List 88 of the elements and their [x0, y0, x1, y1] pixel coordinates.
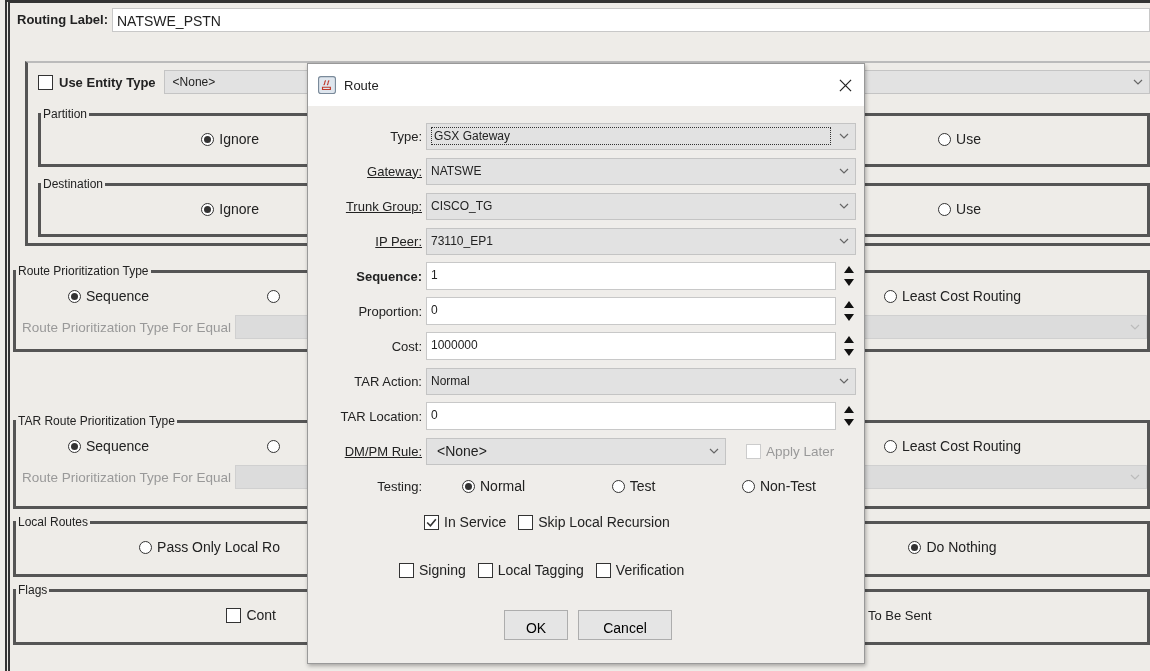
group-title: Destination	[42, 177, 105, 191]
dropdown[interactable]: GSX Gateway	[426, 122, 856, 150]
chevron-down-icon	[1130, 474, 1140, 480]
field-label: Cost:	[390, 338, 423, 354]
chevron-down-icon	[1130, 324, 1140, 330]
radio-button[interactable]	[938, 132, 952, 146]
chevron-down-icon	[839, 168, 849, 174]
field-label: Sequence:	[355, 268, 423, 284]
checkbox[interactable]	[38, 74, 53, 90]
radio-button[interactable]	[139, 540, 153, 554]
dropdown[interactable]: <None>	[426, 437, 726, 465]
chevron-down-icon	[1133, 79, 1143, 85]
field-label: Gateway:	[366, 163, 423, 179]
radio-label: Sequence	[86, 438, 150, 454]
radio-button[interactable]	[462, 479, 475, 493]
checkbox-label: To Be Sent	[868, 607, 932, 623]
radio-label: Pass Only Local Ro	[157, 539, 280, 555]
radio-button[interactable]	[611, 479, 625, 493]
group-title: Partition	[42, 107, 89, 121]
radio-button[interactable]	[201, 202, 215, 216]
radio-label: Use	[956, 201, 981, 217]
radio-button[interactable]	[68, 289, 81, 303]
radio-button[interactable]	[908, 540, 922, 554]
field-label: Trunk Group:	[344, 198, 423, 214]
radio-label: Do Nothing	[926, 539, 997, 555]
checkbox[interactable]	[226, 607, 242, 623]
checkbox-label: Cont	[246, 607, 276, 623]
dialog-button[interactable]: OK	[504, 610, 568, 640]
field-label: DM/PM Rule:	[343, 443, 423, 459]
radio-label: Ignore	[219, 131, 259, 147]
dialog-title: Route	[344, 77, 380, 93]
radio-button[interactable]	[267, 439, 280, 453]
field-label: IP Peer:	[374, 233, 423, 249]
checkbox[interactable]	[477, 562, 493, 578]
chevron-down-icon	[839, 203, 849, 209]
checkbox-label: Apply Later	[766, 443, 835, 459]
checkbox-label: In Service	[444, 514, 507, 530]
radio-label: Test	[629, 478, 656, 494]
dropdown[interactable]: CISCO_TG	[426, 192, 856, 220]
radio-label: Least Cost Routing	[901, 288, 1022, 304]
field-label: Testing:	[376, 478, 423, 494]
radio-label: Ignore	[219, 201, 259, 217]
radio-label: Use	[956, 131, 981, 147]
number-field[interactable]: 1	[426, 262, 836, 290]
group-title: TAR Route Prioritization Type	[17, 414, 176, 428]
chevron-down-icon	[839, 133, 849, 139]
group-title: Flags	[17, 583, 49, 597]
group-title: Local Routes	[17, 515, 90, 529]
chevron-down-icon	[839, 378, 849, 384]
field-label: Type:	[389, 128, 423, 144]
checkbox[interactable]	[399, 562, 414, 578]
radio-label: Normal	[480, 478, 526, 494]
number-field[interactable]: 0	[426, 402, 836, 430]
checkbox-label: Verification	[615, 562, 685, 578]
radio-button[interactable]	[741, 479, 755, 493]
radio-button[interactable]	[883, 439, 897, 453]
radio-button[interactable]	[267, 289, 280, 303]
field-label: Proportion:	[357, 303, 423, 319]
dropdown[interactable]: NATSWE	[426, 157, 856, 185]
number-field[interactable]: 0	[426, 297, 836, 325]
checkbox-label: Signing	[419, 562, 466, 578]
routing-label-field[interactable]: NATSWE_PSTN	[112, 7, 1150, 32]
equal-cost-label: Route Prioritization Type For Equal	[22, 319, 232, 335]
checkbox-label: Local Tagging	[497, 562, 584, 578]
field-label: TAR Location:	[339, 408, 423, 424]
chevron-down-icon	[839, 238, 849, 244]
equal-cost-label: Route Prioritization Type For Equal	[22, 469, 232, 485]
radio-button[interactable]	[938, 202, 952, 216]
checkbox[interactable]	[518, 514, 534, 530]
close-icon[interactable]	[839, 78, 852, 92]
radio-button[interactable]	[201, 132, 215, 146]
radio-button[interactable]	[883, 289, 897, 303]
radio-label: Sequence	[86, 288, 150, 304]
checkbox-label: Use Entity Type	[59, 74, 156, 90]
checkbox[interactable]	[595, 562, 611, 578]
routing-label-label: Routing Label:	[17, 12, 108, 27]
chevron-down-icon	[709, 448, 719, 454]
dialog-button[interactable]: Cancel	[578, 610, 672, 640]
field-label: TAR Action:	[353, 373, 423, 389]
checkbox-label: Skip Local Recursion	[538, 514, 670, 530]
radio-label: Non-Test	[759, 478, 816, 494]
dropdown[interactable]: Normal	[426, 367, 856, 395]
number-field[interactable]: 1000000	[426, 332, 836, 360]
radio-button[interactable]	[68, 439, 81, 453]
radio-label: Least Cost Routing	[901, 438, 1022, 454]
checkbox[interactable]	[424, 514, 439, 530]
group-title: Route Prioritization Type	[17, 264, 150, 278]
dropdown[interactable]: 73110_EP1	[426, 227, 856, 255]
